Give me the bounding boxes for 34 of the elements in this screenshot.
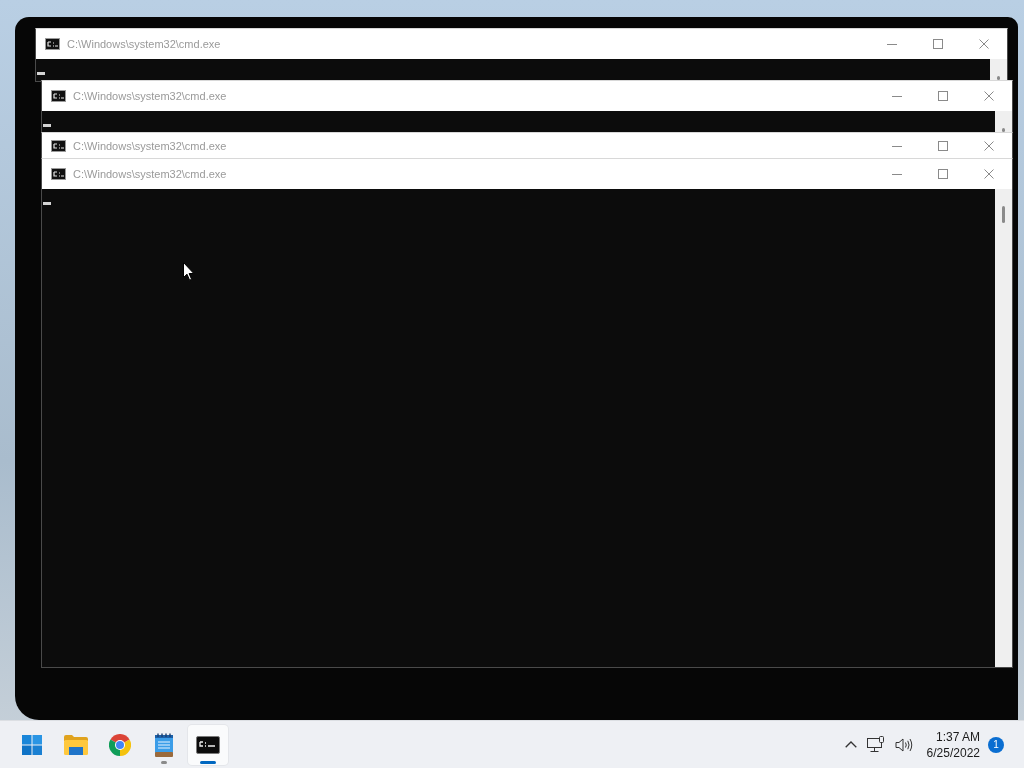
scrollbar-thumb[interactable] bbox=[1002, 128, 1005, 132]
clock-button[interactable]: 1:37 AM 6/25/2022 bbox=[918, 728, 986, 761]
browser-icon bbox=[109, 733, 131, 756]
scrollbar[interactable] bbox=[990, 59, 1007, 81]
console-icon bbox=[51, 90, 66, 102]
console-icon bbox=[45, 38, 60, 50]
close-icon bbox=[979, 39, 989, 49]
close-icon bbox=[984, 141, 994, 151]
scrollbar-thumb[interactable] bbox=[997, 76, 1000, 80]
mouse-pointer-icon bbox=[183, 262, 195, 281]
scrollbar[interactable] bbox=[995, 189, 1012, 667]
console-icon bbox=[51, 140, 66, 152]
notification-badge[interactable]: 1 bbox=[988, 736, 1004, 753]
network-icon bbox=[866, 736, 885, 753]
window-title: C:\Windows\system32\cmd.exe bbox=[73, 138, 228, 154]
window-title: C:\Windows\system32\cmd.exe bbox=[73, 88, 228, 104]
maximize-icon bbox=[933, 39, 943, 49]
taskbar-app-button[interactable] bbox=[188, 724, 228, 765]
window-title: C:\Windows\system32\cmd.exe bbox=[73, 166, 228, 182]
notepad-icon bbox=[155, 732, 173, 757]
close-icon bbox=[984, 169, 994, 179]
scrollbar-thumb[interactable] bbox=[1002, 206, 1005, 223]
window-title: C:\Windows\system32\cmd.exe bbox=[67, 36, 222, 52]
maximize-icon bbox=[938, 91, 948, 101]
start-tiles-icon bbox=[22, 734, 42, 755]
scrollbar[interactable] bbox=[995, 111, 1012, 133]
console-icon bbox=[51, 168, 66, 180]
maximize-icon bbox=[938, 169, 948, 179]
terminal-icon bbox=[196, 735, 220, 754]
chevron-up-icon bbox=[844, 741, 857, 748]
close-icon bbox=[984, 91, 994, 101]
maximize-icon bbox=[938, 141, 948, 151]
speaker-icon bbox=[894, 736, 913, 753]
folder-icon bbox=[64, 734, 88, 755]
